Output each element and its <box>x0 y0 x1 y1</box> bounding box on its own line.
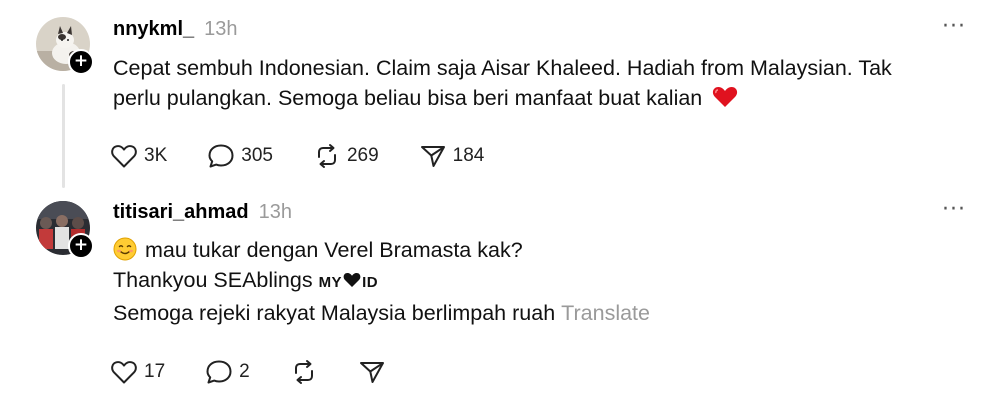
username[interactable]: titisari_ahmad <box>113 201 249 224</box>
smiling-face-emoji-icon <box>113 237 137 261</box>
comment-icon <box>206 360 232 384</box>
post-body: mau tukar dengan Verel Bramasta kak? Tha… <box>113 235 973 328</box>
like-button[interactable]: 17 <box>110 359 165 385</box>
post-2: + titisari_ahmad 13h ··· mau tukar denga… <box>0 0 1000 400</box>
flag-text-id: ID <box>362 274 379 291</box>
reply-count: 2 <box>239 361 250 382</box>
post-text: mau tukar dengan Verel Bramasta kak? <box>145 238 523 262</box>
share-button[interactable] <box>358 359 386 385</box>
translate-link[interactable]: Translate <box>561 301 650 325</box>
post-actions: 17 2 <box>110 359 426 385</box>
post-text: Semoga rejeki rakyat Malaysia berlimpah … <box>113 301 556 325</box>
flag-text-my: MY <box>318 274 343 291</box>
timestamp[interactable]: 13h <box>259 201 292 224</box>
repost-icon <box>294 360 313 384</box>
heart-icon <box>111 361 137 384</box>
more-options-icon[interactable]: ··· <box>942 197 966 222</box>
send-icon <box>359 362 384 383</box>
like-count: 17 <box>144 361 166 382</box>
avatar-wrap[interactable]: + <box>36 201 94 259</box>
repost-button[interactable] <box>290 359 318 385</box>
post-text-line-3: Semoga rejeki rakyat Malaysia berlimpah … <box>113 298 973 328</box>
black-heart-icon <box>343 273 361 287</box>
post-header: titisari_ahmad 13h <box>113 201 292 224</box>
post-text-line-2: Thankyou SEAblings MY ID <box>113 265 973 298</box>
post-text-line-1: mau tukar dengan Verel Bramasta kak? <box>113 235 973 265</box>
post-text: Thankyou SEAblings <box>113 268 319 292</box>
reply-button[interactable]: 2 <box>205 359 250 385</box>
follow-plus-badge[interactable]: + <box>68 233 94 259</box>
